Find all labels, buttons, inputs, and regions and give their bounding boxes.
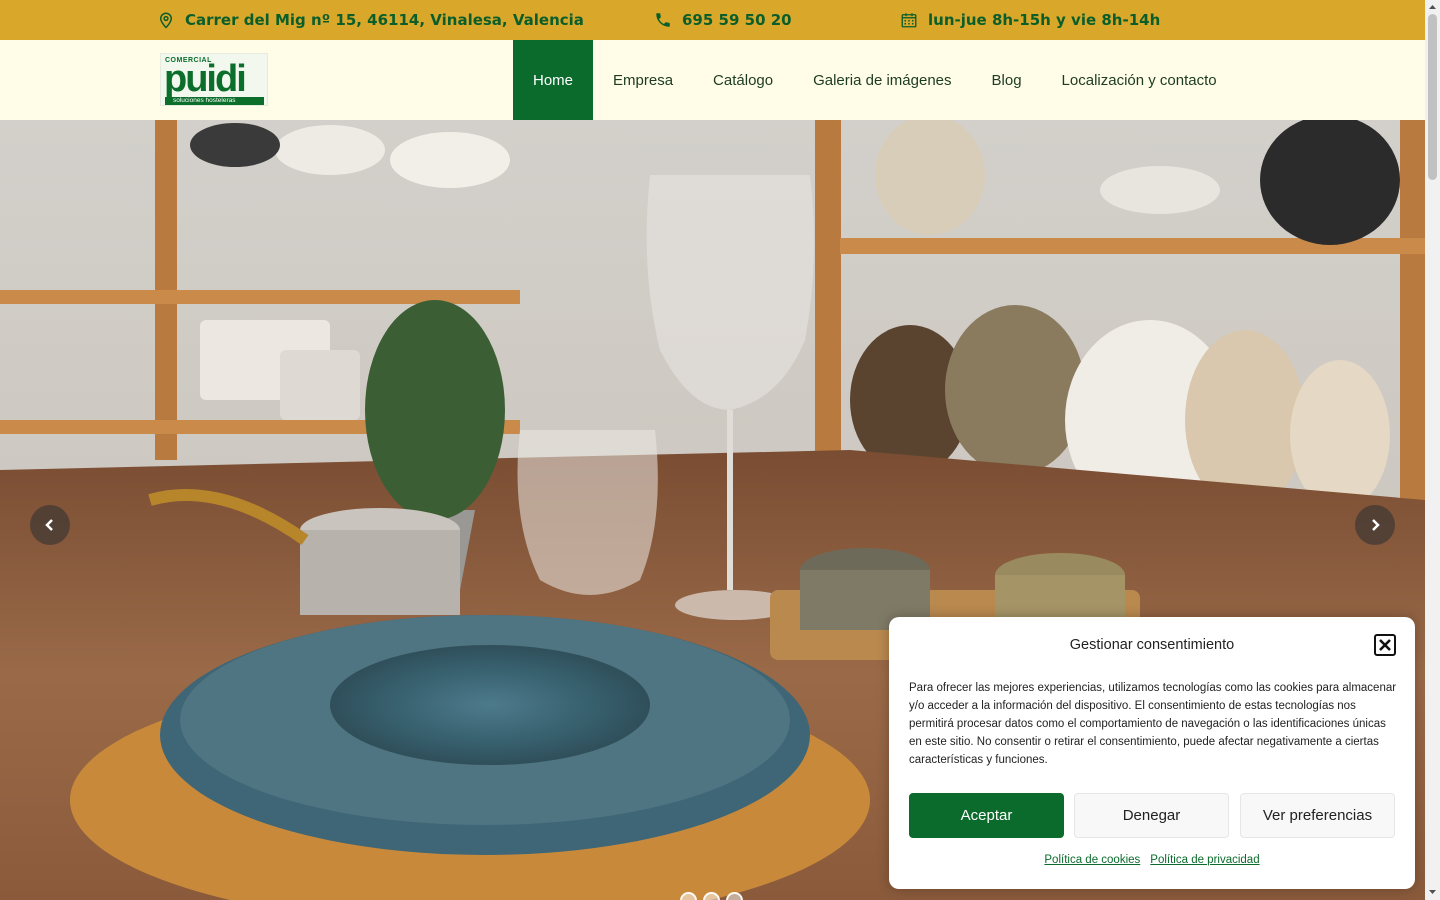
slider-dots bbox=[680, 892, 743, 900]
privacy-policy-link[interactable]: Política de privacidad bbox=[1150, 854, 1259, 866]
nav-item-galeria[interactable]: Galeria de imágenes bbox=[793, 40, 971, 120]
slider-dot-1[interactable] bbox=[680, 892, 697, 900]
nav-item-home[interactable]: Home bbox=[513, 40, 594, 120]
nav-item-contacto[interactable]: Localización y contacto bbox=[1042, 40, 1237, 120]
slider-prev-button[interactable] bbox=[30, 505, 70, 545]
address-text: Carrer del Mig nº 15, 46114, Vinalesa, V… bbox=[185, 11, 584, 29]
accept-button[interactable]: Aceptar bbox=[909, 793, 1064, 838]
cookie-close-button[interactable] bbox=[1374, 634, 1396, 656]
hours-item: lun-jue 8h-15h y vie 8h-14h bbox=[900, 0, 1160, 40]
deny-button[interactable]: Denegar bbox=[1074, 793, 1229, 838]
view-preferences-button[interactable]: Ver preferencias bbox=[1240, 793, 1395, 838]
phone-text: 695 59 50 20 bbox=[682, 11, 792, 29]
scroll-up-icon[interactable] bbox=[1428, 2, 1437, 12]
nav-item-blog[interactable]: Blog bbox=[972, 40, 1042, 120]
cookie-consent-dialog: Gestionar consentimiento Para ofrecer la… bbox=[889, 617, 1415, 889]
map-pin-icon bbox=[159, 12, 173, 29]
phone-icon bbox=[656, 13, 670, 27]
chevron-right-icon bbox=[1372, 519, 1380, 531]
logo-main-text: puidi bbox=[164, 58, 247, 100]
slider-next-button[interactable] bbox=[1355, 505, 1395, 545]
nav-item-catalogo[interactable]: Catálogo bbox=[693, 40, 793, 120]
scroll-down-icon[interactable] bbox=[1428, 887, 1437, 897]
slider-dot-2[interactable] bbox=[703, 892, 720, 900]
page-scrollbar[interactable] bbox=[1425, 0, 1440, 900]
phone-item[interactable]: 695 59 50 20 bbox=[654, 0, 792, 40]
chevron-left-icon bbox=[45, 519, 53, 531]
cookie-policy-links: Política de cookies Política de privacid… bbox=[889, 854, 1415, 866]
hours-text: lun-jue 8h-15h y vie 8h-14h bbox=[928, 11, 1161, 29]
logo-sub-text: soluciones hosteleras bbox=[173, 97, 236, 104]
scrollbar-thumb[interactable] bbox=[1428, 14, 1437, 180]
cookie-policy-link[interactable]: Política de cookies bbox=[1044, 854, 1140, 866]
address-item[interactable]: Carrer del Mig nº 15, 46114, Vinalesa, V… bbox=[157, 0, 584, 40]
close-icon bbox=[1379, 639, 1391, 651]
calendar-icon bbox=[901, 13, 917, 28]
main-nav: Home Empresa Catálogo Galeria de imágene… bbox=[513, 40, 1237, 120]
slider-dot-3[interactable] bbox=[726, 892, 743, 900]
top-info-bar: Carrer del Mig nº 15, 46114, Vinalesa, V… bbox=[0, 0, 1425, 40]
site-header: COMERCIAL puidi soluciones hosteleras Ho… bbox=[0, 40, 1425, 120]
cookie-dialog-title: Gestionar consentimiento bbox=[1069, 637, 1235, 653]
site-logo[interactable]: COMERCIAL puidi soluciones hosteleras bbox=[160, 53, 268, 106]
cookie-dialog-text: Para ofrecer las mejores experiencias, u… bbox=[909, 682, 1397, 766]
nav-item-empresa[interactable]: Empresa bbox=[593, 40, 693, 120]
